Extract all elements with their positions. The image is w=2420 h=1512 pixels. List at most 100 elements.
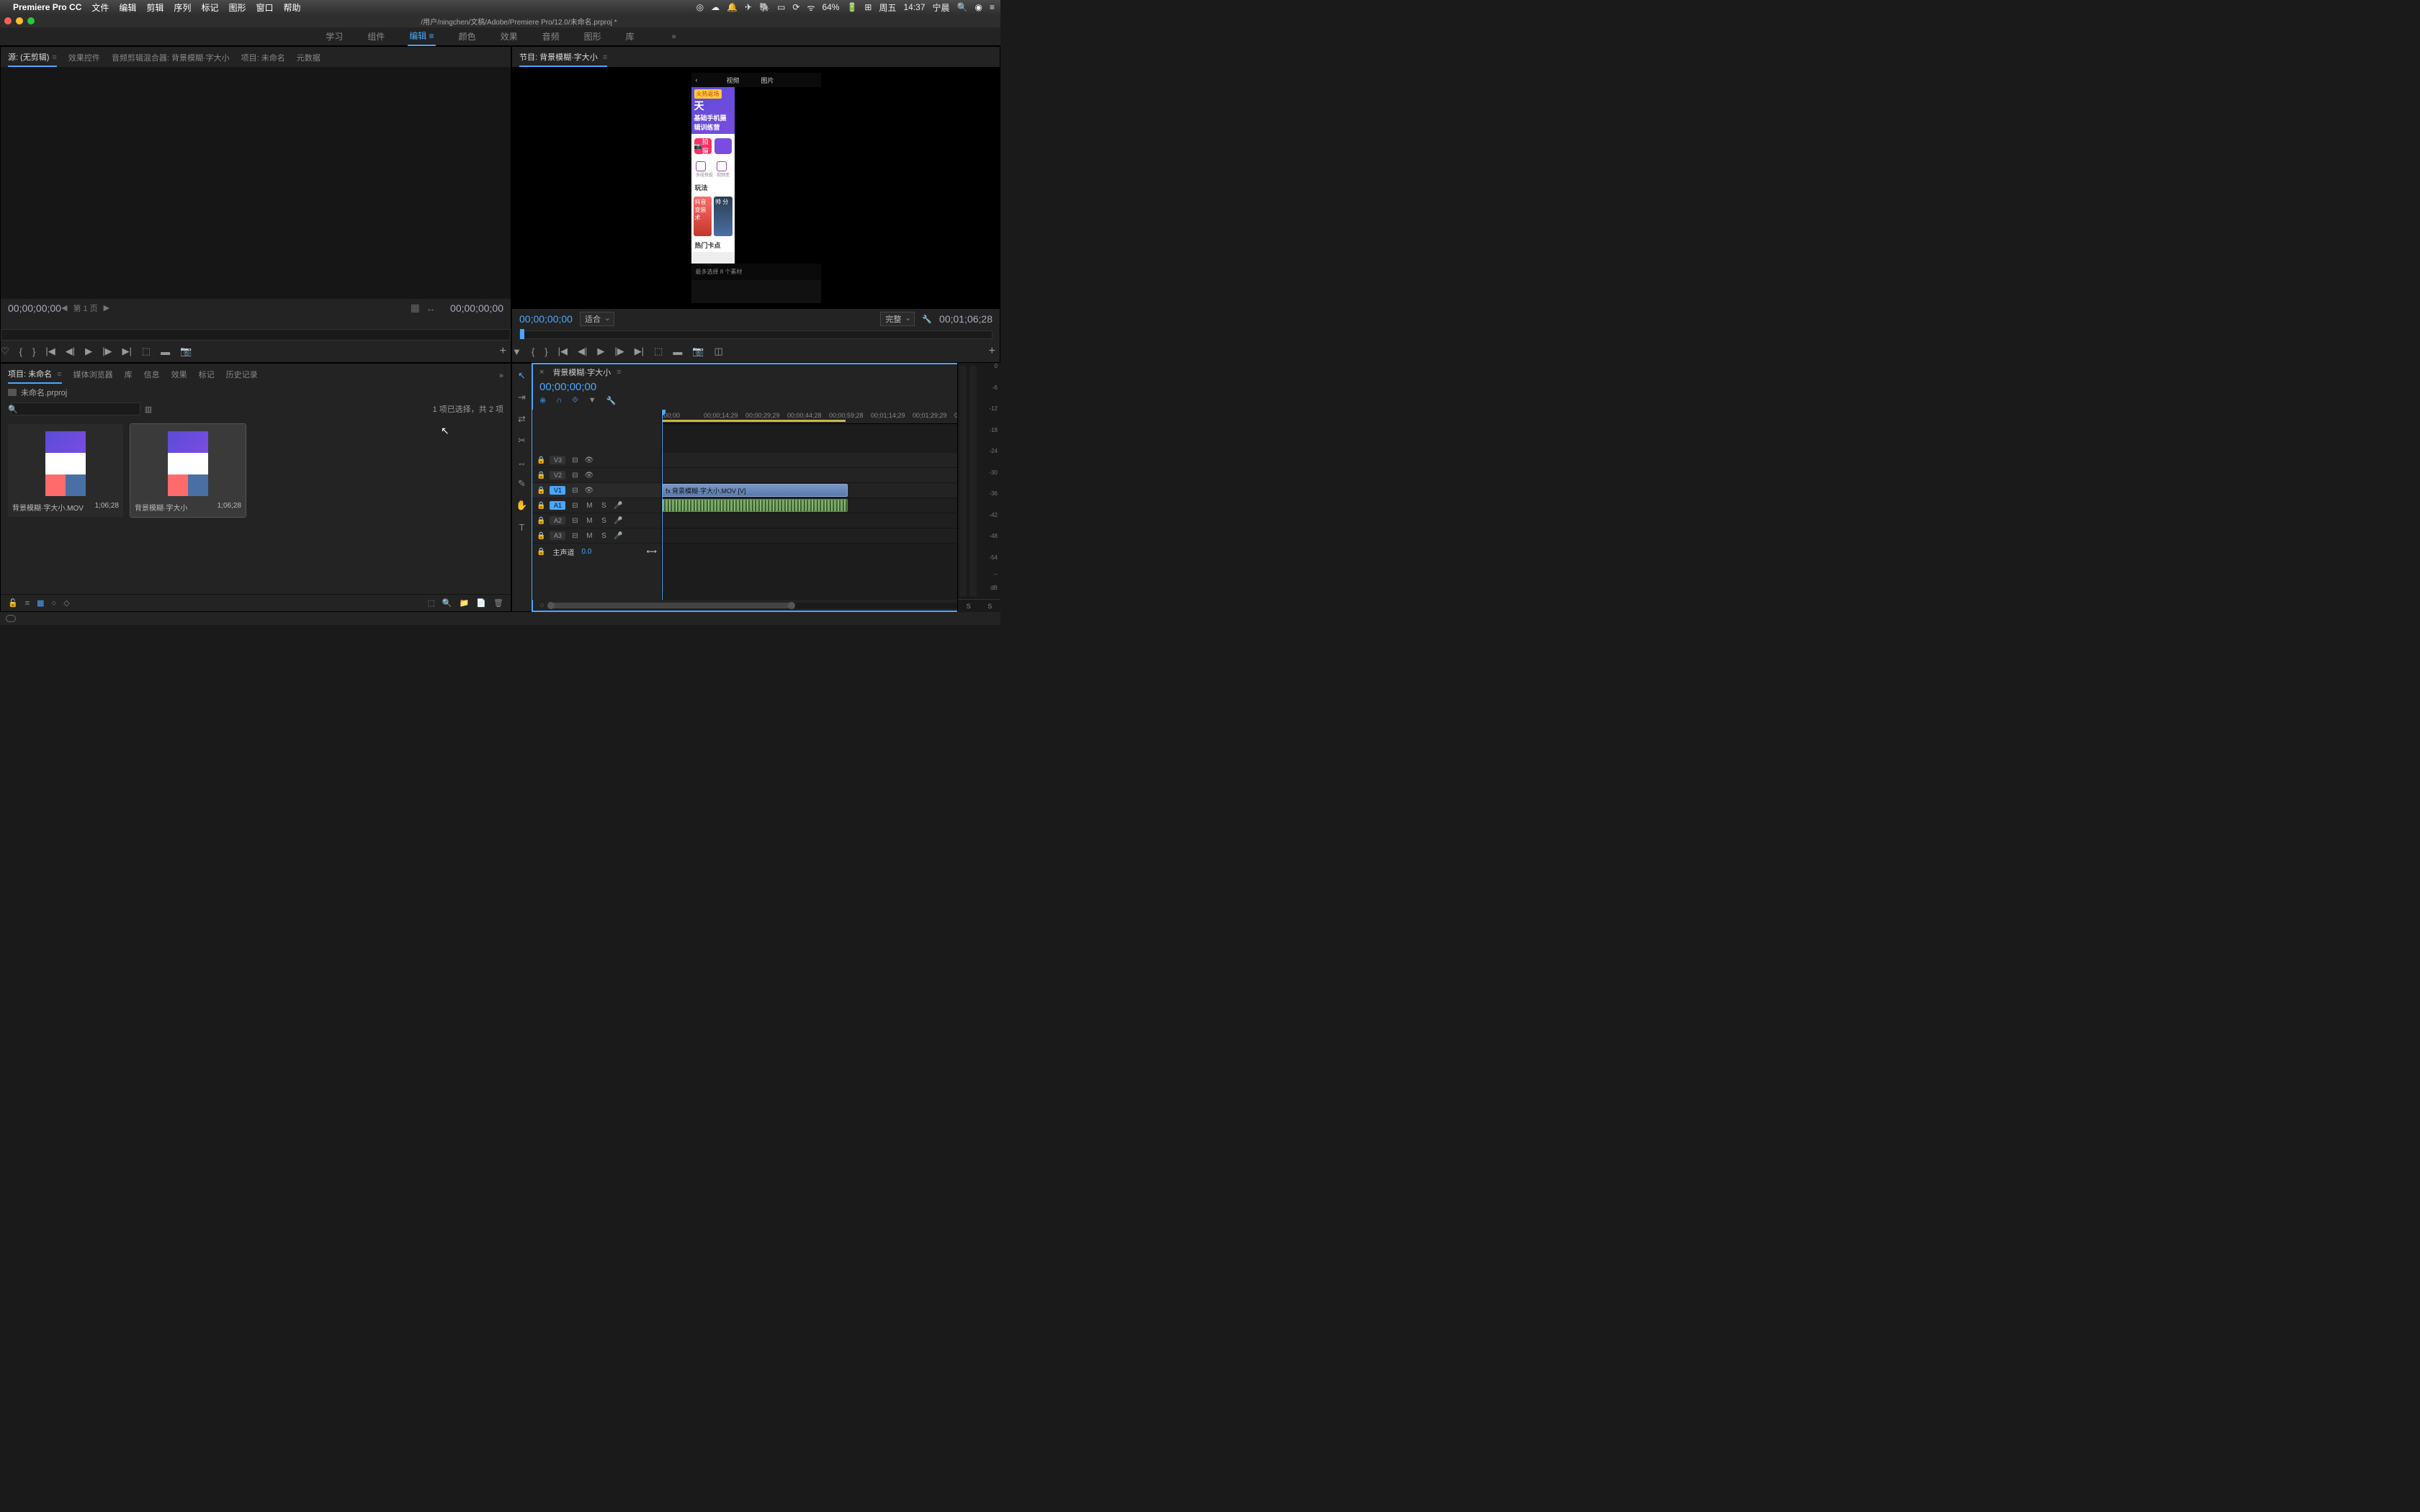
- track-select-tool[interactable]: ⇥: [516, 391, 529, 404]
- menu-window[interactable]: 窗口: [256, 1, 273, 14]
- pen-tool[interactable]: ✎: [516, 477, 529, 490]
- program-monitor-viewport[interactable]: ‹ 视频 图片 火热返场 天 基础手机摄 辑训练营: [512, 67, 1000, 309]
- prog-marker-btn[interactable]: ▼: [512, 346, 521, 357]
- lock-icon[interactable]: 🔒: [537, 456, 545, 464]
- track-header-a3[interactable]: 🔒 A3 ⊟ M S 🎤: [532, 528, 661, 544]
- tab-libraries[interactable]: 库: [125, 369, 133, 383]
- status-grid-icon[interactable]: ⊞: [864, 2, 871, 12]
- tab-project-dup[interactable]: 项目: 未命名: [241, 52, 285, 66]
- ws-tab-learn[interactable]: 学习: [324, 27, 344, 45]
- prog-lift-btn[interactable]: ⬚: [654, 346, 663, 357]
- program-playhead-marker[interactable]: [520, 329, 524, 339]
- tab-audio-clip-mixer[interactable]: 音频剪辑混合器: 背景模糊·字大小: [112, 52, 230, 66]
- timeline-timecode[interactable]: 00;00;00;00: [539, 381, 596, 393]
- src-overwrite-btn[interactable]: ▬: [161, 346, 170, 357]
- ws-tab-audio[interactable]: 音频: [541, 27, 561, 45]
- src-in-btn[interactable]: {: [19, 346, 22, 357]
- tl-magnet-btn[interactable]: ∩: [556, 396, 562, 405]
- tab-history[interactable]: 历史记录: [226, 369, 258, 383]
- source-monitor-viewport[interactable]: [1, 67, 511, 299]
- track-header-v1[interactable]: 🔒 V1 ⊟ 👁: [532, 483, 661, 498]
- sync-lock-icon[interactable]: ⊟: [570, 502, 580, 510]
- source-overlay-icon[interactable]: ▦: [411, 302, 420, 314]
- project-lock-icon[interactable]: 🔓: [8, 598, 18, 608]
- source-tc-left[interactable]: 00;00;00;00: [8, 302, 61, 314]
- pager-next[interactable]: ▶: [104, 303, 109, 312]
- track-label[interactable]: V2: [550, 471, 565, 480]
- zoom-handle[interactable]: [549, 603, 794, 608]
- src-export-frame-btn[interactable]: 📷: [180, 346, 192, 357]
- project-automate-btn[interactable]: ⬚: [428, 598, 435, 608]
- sequence-close-btn[interactable]: ×: [539, 368, 544, 377]
- track-header-v2[interactable]: 🔒 V2 ⊟ 👁: [532, 468, 661, 483]
- project-overflow-button[interactable]: »: [499, 372, 503, 380]
- ws-tab-graphics[interactable]: 图形: [583, 27, 603, 45]
- track-header-a2[interactable]: 🔒 A2 ⊟ M S 🎤: [532, 513, 661, 528]
- ws-overflow-button[interactable]: »: [672, 32, 676, 41]
- src-step-back-btn[interactable]: ◀|: [66, 346, 75, 357]
- type-tool[interactable]: T: [516, 521, 529, 534]
- menu-edit[interactable]: 编辑: [119, 1, 136, 14]
- status-bell-icon[interactable]: 🔔: [727, 2, 738, 12]
- master-value[interactable]: 0.0: [581, 548, 591, 556]
- program-fit-select[interactable]: 适合: [580, 312, 614, 326]
- tab-program[interactable]: 节目: 背景模糊·字大小 ≡: [519, 51, 607, 67]
- solo-btn[interactable]: S: [599, 517, 609, 525]
- slip-tool[interactable]: ↔: [516, 456, 529, 469]
- time-ruler[interactable]: :00;00 00;00;14;29 00;00;29;29 00;00;44;…: [662, 410, 1000, 424]
- status-siri-icon[interactable]: ◉: [975, 2, 982, 12]
- tracks-area[interactable]: :00;00 00;00;14;29 00;00;29;29 00;00;44;…: [662, 410, 1000, 600]
- prog-play-btn[interactable]: ▶: [597, 346, 604, 357]
- project-new-bin-btn[interactable]: 📁: [460, 598, 470, 608]
- prog-extract-btn[interactable]: ▬: [673, 346, 682, 357]
- prog-step-back-btn[interactable]: ◀|: [578, 346, 587, 357]
- track-lane-v1[interactable]: fx背景模糊·字大小.MOV [V]: [662, 483, 1000, 498]
- track-label[interactable]: V1: [550, 486, 565, 495]
- voice-record-icon[interactable]: 🎤: [613, 517, 623, 525]
- razor-tool[interactable]: ✂: [516, 434, 529, 447]
- src-goto-out-btn[interactable]: ▶|: [122, 346, 131, 357]
- audio-clip[interactable]: [662, 499, 848, 512]
- meter-solo-l[interactable]: S: [967, 603, 971, 610]
- project-list-view-btn[interactable]: ≡: [25, 599, 30, 608]
- lock-icon[interactable]: 🔒: [537, 517, 545, 525]
- cloud-sync-icon[interactable]: [6, 615, 16, 622]
- tab-source[interactable]: 源: (无剪辑)≡: [8, 51, 57, 67]
- mute-btn[interactable]: M: [584, 517, 594, 525]
- ws-tab-assembly[interactable]: 组件: [366, 27, 386, 45]
- status-menu-icon[interactable]: ≡: [990, 2, 995, 12]
- src-play-btn[interactable]: ▶: [85, 346, 92, 357]
- ws-tab-effects[interactable]: 效果: [499, 27, 519, 45]
- tl-linked-sel-btn[interactable]: ⟐: [572, 396, 578, 405]
- tab-project[interactable]: 项目: 未命名 ≡: [8, 368, 62, 384]
- project-find-btn[interactable]: 🔍: [442, 598, 452, 608]
- src-step-fwd-btn[interactable]: |▶: [102, 346, 112, 357]
- master-expand-icon[interactable]: ⟷: [647, 548, 657, 556]
- status-user[interactable]: 宁晨: [933, 1, 950, 14]
- prog-step-fwd-btn[interactable]: |▶: [614, 346, 624, 357]
- status-wifi-icon[interactable]: ᯤ: [807, 1, 815, 14]
- meter-solo-r[interactable]: S: [987, 603, 992, 610]
- timeline-playhead[interactable]: [662, 410, 663, 600]
- app-name[interactable]: Premiere Pro CC: [13, 2, 81, 12]
- project-new-bin-icon[interactable]: ▥: [145, 405, 152, 414]
- eye-icon[interactable]: 👁: [584, 456, 593, 464]
- lock-icon[interactable]: 🔒: [537, 532, 545, 540]
- pager-prev[interactable]: ◀: [61, 303, 67, 312]
- prog-in-btn[interactable]: {: [532, 346, 534, 357]
- selection-tool[interactable]: ↖: [516, 369, 529, 382]
- window-close-button[interactable]: [4, 17, 12, 24]
- program-wrench-icon[interactable]: 🔧: [922, 315, 932, 324]
- lock-icon[interactable]: 🔒: [537, 548, 545, 556]
- hand-tool[interactable]: ✋: [516, 499, 529, 512]
- tab-metadata[interactable]: 元数据: [297, 52, 321, 66]
- track-header-a1[interactable]: 🔒 A1 ⊟ M S 🎤: [532, 498, 661, 513]
- tab-media-browser[interactable]: 媒体浏览器: [73, 369, 113, 383]
- project-item[interactable]: 背景模糊·字大小.MOV 1;06;28: [8, 424, 123, 517]
- src-add-btn[interactable]: +: [500, 345, 511, 358]
- project-freeform-view-btn[interactable]: ○: [52, 599, 57, 608]
- track-lane-a3[interactable]: [662, 528, 1000, 544]
- sequence-name[interactable]: 背景模糊·字大小: [552, 366, 611, 378]
- track-lane-v3[interactable]: [662, 453, 1000, 468]
- project-new-item-btn[interactable]: 📄: [476, 598, 486, 608]
